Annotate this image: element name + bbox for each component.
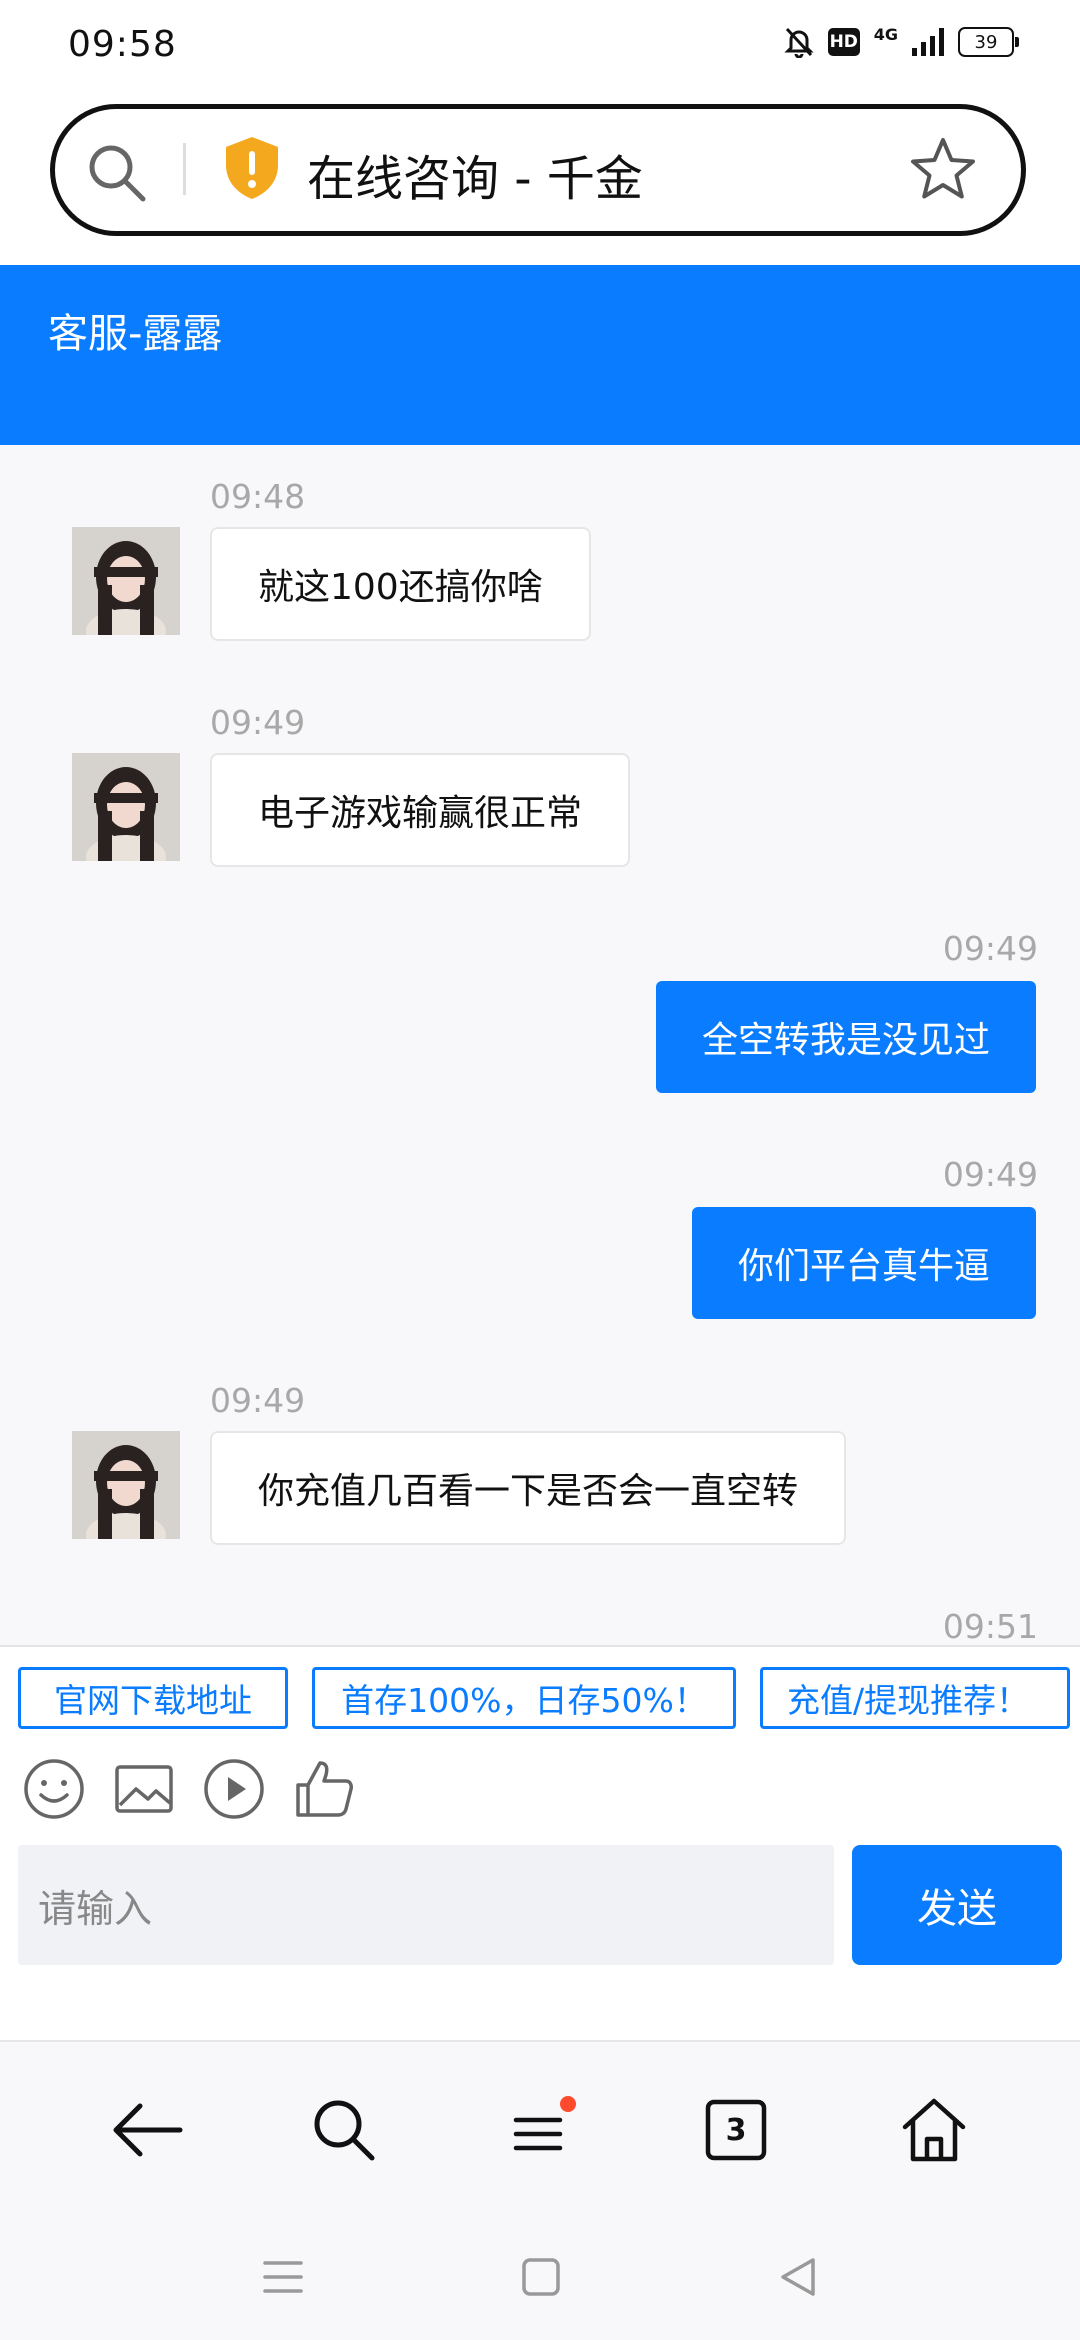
home-icon <box>902 2098 966 2162</box>
image-icon[interactable] <box>112 1757 176 1821</box>
quick-link-deposit-bonus[interactable]: 首存100%，日存50%！ <box>312 1667 736 1729</box>
network-type: 4G <box>873 24 898 44</box>
back-system-button[interactable] <box>772 2252 822 2302</box>
recents-icon <box>263 2261 303 2293</box>
hd-badge: HD <box>827 28 860 56</box>
back-arrow-icon <box>113 2103 183 2157</box>
system-nav-bar <box>0 2210 1080 2340</box>
address-divider <box>183 143 186 195</box>
tab-count: 3 <box>725 2112 747 2148</box>
thumbs-up-icon[interactable] <box>292 1757 356 1821</box>
bookmark-star-icon[interactable] <box>909 135 977 203</box>
agent-avatar <box>72 527 180 635</box>
battery-icon: 39 <box>958 27 1019 57</box>
search-icon <box>314 2100 375 2161</box>
agent-message-bubble: 你充值几百看一下是否会一直空转 <box>210 1431 847 1545</box>
security-shield-icon[interactable] <box>223 135 281 201</box>
signal-icon <box>912 28 944 56</box>
status-time: 09:58 <box>68 24 177 65</box>
mute-bell-icon <box>784 27 814 58</box>
agent-avatar <box>72 1431 180 1539</box>
tabs-button[interactable]: 3 <box>694 2088 778 2172</box>
menu-icon <box>513 2096 576 2151</box>
message-time: 09:49 <box>942 929 1038 968</box>
message-time: 09:51 <box>942 1607 1038 1645</box>
message-list[interactable]: 09:48 就这100还搞你啥 09:49 电子游戏输赢很正常 09:49 全空… <box>0 445 1080 1645</box>
agent-message-bubble: 就这100还搞你啥 <box>210 527 591 641</box>
status-bar: 09:58 HD 4G 39 <box>0 0 1080 96</box>
quick-links-bar: 官网下载地址 首存100%，日存50%！ 充值/提现推荐！ <box>0 1645 1080 1737</box>
square-icon <box>522 2258 560 2296</box>
page-title[interactable]: 在线咨询 - 千金 <box>307 139 643 209</box>
battery-level: 39 <box>974 31 998 53</box>
send-button[interactable]: 发送 <box>852 1845 1062 1965</box>
triangle-back-icon <box>781 2258 815 2296</box>
composer-toolbar <box>0 1735 1080 1845</box>
composer: 请输入 发送 <box>0 1845 1080 2040</box>
status-icons: HD 4G 39 <box>784 24 1019 58</box>
agent-name: 客服-露露 <box>48 311 223 357</box>
browser-address-area: 在线咨询 - 千金 <box>0 96 1080 266</box>
message-time: 09:49 <box>210 703 306 742</box>
menu-button[interactable] <box>496 2088 580 2172</box>
search-button[interactable] <box>302 2088 386 2172</box>
video-icon[interactable] <box>202 1757 266 1821</box>
recents-button[interactable] <box>258 2252 308 2302</box>
address-bar[interactable]: 在线咨询 - 千金 <box>50 104 1026 236</box>
quick-link-download[interactable]: 官网下载地址 <box>18 1667 288 1729</box>
quick-link-recharge[interactable]: 充值/提现推荐！ <box>760 1667 1070 1729</box>
back-button[interactable] <box>106 2088 190 2172</box>
home-button[interactable] <box>892 2088 976 2172</box>
message-time: 09:49 <box>942 1155 1038 1194</box>
user-message-bubble: 你们平台真牛逼 <box>691 1207 1036 1319</box>
agent-message-bubble: 电子游戏输赢很正常 <box>210 753 631 867</box>
search-icon[interactable] <box>85 141 149 205</box>
message-input[interactable]: 请输入 <box>18 1845 834 1965</box>
chat-header: 客服-露露 <box>0 265 1080 445</box>
message-time: 09:48 <box>210 477 306 516</box>
user-message-bubble: 全空转我是没见过 <box>655 981 1036 1093</box>
home-system-button[interactable] <box>516 2252 566 2302</box>
agent-avatar <box>72 753 180 861</box>
emoji-icon[interactable] <box>22 1757 86 1821</box>
browser-nav-bar: 3 <box>0 2040 1080 2212</box>
message-time: 09:49 <box>210 1381 306 1420</box>
